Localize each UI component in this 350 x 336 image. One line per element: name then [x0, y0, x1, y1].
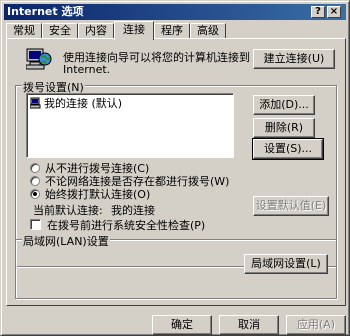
connections-panel: 使用连接向导可以将您的计算机连接到 Internet. 建立连接(U) 拨号设置… — [6, 38, 346, 306]
tab-security[interactable]: 安全 — [42, 23, 78, 39]
lan-group-label: 局域网(LAN)设置 — [22, 233, 110, 249]
current-default-label: 当前默认连接: — [33, 204, 103, 217]
setup-connection-button[interactable]: 建立连接(U) — [253, 49, 335, 69]
internet-options-dialog: Internet 选项 ? × 常规 安全 内容 连接 程序 高级 使用连接向导… — [0, 0, 350, 336]
radio-dial-when-no-network[interactable] — [30, 176, 40, 186]
lan-settings-button[interactable]: 局域网设置(L) — [244, 254, 328, 274]
tab-programs[interactable]: 程序 — [154, 23, 190, 39]
close-icon: × — [329, 6, 339, 17]
radio-always-dial-default-label[interactable]: 始终拨打默认连接(O) — [45, 188, 150, 201]
window-title: Internet 选项 — [7, 5, 84, 18]
connection-settings-button[interactable]: 设置(S)... — [252, 138, 324, 160]
ok-button[interactable]: 确定 — [152, 315, 212, 335]
setup-description-line2: Internet. — [63, 63, 111, 76]
add-connection-button[interactable]: 添加(D)... — [253, 95, 315, 115]
help-icon: ? — [315, 6, 321, 17]
set-default-button[interactable]: 设置默认值(E) — [253, 196, 329, 216]
connection-wizard-icon — [26, 48, 52, 70]
radio-never-dial[interactable] — [30, 163, 40, 173]
apply-button[interactable]: 应用(A) — [286, 315, 346, 335]
close-button[interactable]: × — [327, 6, 341, 18]
security-check-checkbox[interactable] — [30, 219, 41, 230]
cancel-button[interactable]: 取消 — [219, 315, 279, 335]
list-item[interactable]: 我的连接 (默认) — [29, 97, 123, 110]
radio-dial-when-no-network-label[interactable]: 不论网络连接是否存在都进行拨号(W) — [45, 175, 229, 188]
title-bar: Internet 选项 ? × — [4, 4, 346, 20]
tab-content[interactable]: 内容 — [78, 23, 114, 39]
radio-never-dial-label[interactable]: 从不进行拨号连接(C) — [45, 162, 149, 175]
delete-connection-button[interactable]: 删除(R) — [253, 118, 315, 138]
tab-advanced[interactable]: 高级 — [190, 23, 226, 39]
dialup-connection-icon — [29, 97, 41, 109]
security-check-label[interactable]: 在拨号前进行系统安全性检查(P) — [47, 219, 205, 232]
current-default-value: 我的连接 — [111, 204, 155, 217]
tab-general[interactable]: 常规 — [6, 23, 42, 39]
help-button[interactable]: ? — [311, 6, 325, 18]
tab-connections[interactable]: 连接 — [114, 21, 154, 40]
dialup-connection-label: 我的连接 (默认) — [44, 97, 123, 110]
dialup-connection-list[interactable]: 我的连接 (默认) — [26, 93, 234, 158]
radio-always-dial-default[interactable] — [30, 189, 40, 199]
